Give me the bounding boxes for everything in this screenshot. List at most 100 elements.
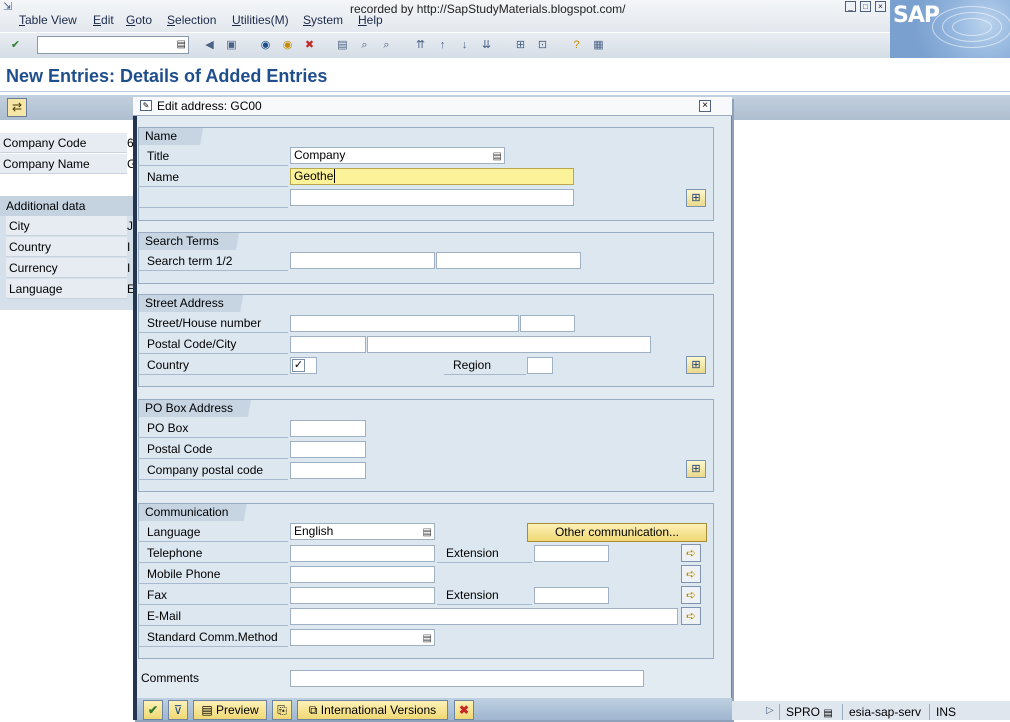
confirm-icon[interactable]: ✔	[143, 700, 163, 720]
maximize-icon[interactable]: □	[860, 1, 871, 12]
close-window-icon[interactable]: ×	[875, 1, 886, 12]
postal-code-input[interactable]	[290, 336, 366, 353]
mobile-input[interactable]	[290, 566, 435, 583]
postal-city-label: Postal Code/City	[138, 334, 288, 354]
exit-icon[interactable]: ◉	[279, 37, 296, 54]
street-input[interactable]	[290, 315, 519, 332]
street-label: Street/House number	[138, 313, 288, 333]
telephone-extension-input[interactable]	[534, 545, 609, 562]
more-fields-icon[interactable]: ⊞	[686, 189, 706, 207]
dropdown-icon[interactable]: ▤	[177, 39, 186, 50]
comm-language-label: Language	[138, 522, 288, 542]
std-comm-select[interactable]: ▤	[290, 629, 435, 646]
copy-icon[interactable]: ⎘	[272, 700, 292, 720]
name-2-input[interactable]	[290, 189, 574, 206]
email-input[interactable]	[290, 608, 678, 625]
command-field[interactable]: ▤	[37, 36, 189, 54]
recorded-by-watermark: recorded by http://SapStudyMaterials.blo…	[350, 2, 626, 16]
dropdown-icon[interactable]: ▤	[493, 149, 502, 163]
house-number-input[interactable]	[520, 315, 575, 332]
country-checkbox[interactable]: ✓	[292, 359, 305, 372]
fax-extension-label: Extension	[437, 585, 532, 605]
cancel-dialog-icon[interactable]: ✖	[454, 700, 474, 720]
region-input[interactable]	[527, 357, 553, 374]
session-info-icon[interactable]: ▤	[823, 708, 832, 719]
po-box-input[interactable]	[290, 420, 366, 437]
menu-utilities[interactable]: Utilities(M)	[232, 13, 289, 27]
title-select[interactable]: Company ▤	[290, 147, 505, 164]
title-label: Title	[138, 146, 288, 166]
international-versions-button[interactable]: ⧉ International Versions	[297, 700, 448, 720]
layout-menu-icon[interactable]: ▦	[590, 37, 607, 54]
dialog-title: Edit address: GC00	[157, 99, 262, 113]
check-icon[interactable]: ⊽	[168, 700, 188, 720]
preview-icon: ▤	[201, 703, 216, 717]
company-postal-input[interactable]	[290, 462, 366, 479]
status-transaction: SPRO ▤	[779, 704, 839, 720]
create-shortcut-icon[interactable]: ⊡	[534, 37, 551, 54]
find-next-icon[interactable]: ⌕	[378, 37, 395, 54]
other-communication-button[interactable]: Other communication...	[527, 523, 707, 542]
back-icon[interactable]: ◉	[257, 37, 274, 54]
status-mode: INS	[929, 704, 962, 720]
edit-icon: ✎	[140, 100, 152, 111]
first-page-icon[interactable]: ⇈	[412, 37, 429, 54]
comments-label: Comments	[141, 671, 200, 685]
mobile-arrow-icon[interactable]: ➪	[681, 565, 701, 583]
dialog-title-bar: ✎ Edit address: GC00	[133, 97, 732, 116]
email-arrow-icon[interactable]: ➪	[681, 607, 701, 625]
next-page-icon[interactable]: ↓	[456, 37, 473, 54]
country-input[interactable]: ✓	[290, 357, 317, 374]
po-postal-input[interactable]	[290, 441, 366, 458]
comm-language-value: English	[294, 524, 334, 538]
menu-system[interactable]: System	[303, 13, 343, 27]
more-address-fields-icon[interactable]: ⊞	[686, 356, 706, 374]
enter-check-icon[interactable]: ✔	[7, 37, 24, 54]
name-input[interactable]: Geothe	[290, 168, 574, 185]
find-icon[interactable]: ⌕	[356, 37, 373, 54]
telephone-arrow-icon[interactable]: ➪	[681, 544, 701, 562]
dropdown-icon[interactable]: ▤	[423, 631, 432, 645]
minimize-icon[interactable]: _	[845, 1, 856, 12]
other-entry-icon[interactable]: ⇄	[7, 98, 27, 117]
preview-label: Preview	[215, 703, 259, 717]
region-label: Region	[444, 355, 526, 375]
more-po-fields-icon[interactable]: ⊞	[686, 460, 706, 478]
fax-extension-input[interactable]	[534, 587, 609, 604]
communication-title: Communication	[139, 504, 263, 521]
create-session-icon[interactable]: ⊞	[512, 37, 529, 54]
comments-input[interactable]	[290, 670, 644, 687]
cancel-icon[interactable]: ✖	[301, 37, 318, 54]
po-box-label: PO Box	[138, 418, 288, 438]
comm-language-select[interactable]: English ▤	[290, 523, 435, 540]
dropdown-icon[interactable]: ▤	[423, 525, 432, 539]
fax-label: Fax	[138, 585, 288, 605]
telephone-input[interactable]	[290, 545, 435, 562]
status-server: esia-sap-serv	[842, 704, 927, 720]
preview-button[interactable]: ▤ Preview	[193, 700, 267, 720]
title-value: Company	[294, 148, 346, 162]
menu-selection[interactable]: Selection	[167, 13, 216, 27]
window-menu-icon[interactable]: ⇲	[3, 0, 12, 13]
search-term-2-input[interactable]	[436, 252, 581, 269]
status-expand-icon[interactable]: ▷	[766, 705, 774, 716]
name-value: Geothe	[294, 169, 334, 183]
menu-edit[interactable]: Edit	[93, 13, 114, 27]
dialog-close-icon[interactable]: ×	[699, 100, 711, 112]
menu-goto[interactable]: Goto	[126, 13, 152, 27]
print-icon[interactable]: ▤	[334, 37, 351, 54]
menu-table-view[interactable]: Table View	[19, 13, 77, 27]
country-label: Country	[138, 355, 288, 375]
save-icon[interactable]: ▣	[223, 37, 240, 54]
search-term-1-input[interactable]	[290, 252, 435, 269]
last-page-icon[interactable]: ⇊	[478, 37, 495, 54]
search-term-label: Search term 1/2	[138, 251, 288, 271]
fax-arrow-icon[interactable]: ➪	[681, 586, 701, 604]
previous-page-icon[interactable]: ↑	[434, 37, 451, 54]
help-icon[interactable]: ?	[568, 37, 585, 54]
dialog-left-border	[133, 116, 137, 720]
city-input[interactable]	[367, 336, 651, 353]
fax-input[interactable]	[290, 587, 435, 604]
email-label: E-Mail	[138, 606, 288, 626]
back-arrow-icon[interactable]: ◀	[201, 37, 218, 54]
